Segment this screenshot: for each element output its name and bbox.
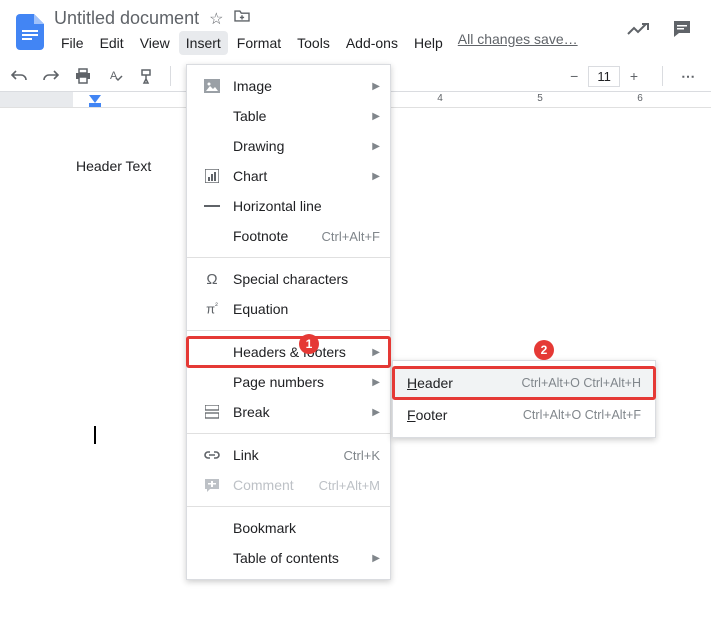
menu-item-label: Footnote	[233, 228, 321, 244]
toolbar-separator	[662, 66, 663, 86]
menu-item-label: Table of contents	[233, 550, 366, 566]
menu-item-special-characters[interactable]: Ω Special characters	[187, 264, 390, 294]
menu-item-label: Table	[233, 108, 366, 124]
menu-view[interactable]: View	[133, 31, 177, 55]
image-icon	[201, 79, 223, 93]
menu-edit[interactable]: Edit	[93, 31, 131, 55]
menu-item-drawing[interactable]: Drawing ▶	[187, 131, 390, 161]
submenu-arrow-icon: ▶	[372, 141, 380, 152]
submenu-shortcut: Ctrl+Alt+O Ctrl+Alt+H	[522, 376, 641, 390]
submenu-arrow-icon: ▶	[372, 407, 380, 418]
menu-item-horizontal-line[interactable]: Horizontal line	[187, 191, 390, 221]
callout-badge-1: 1	[299, 334, 319, 354]
menu-addons[interactable]: Add-ons	[339, 31, 405, 55]
break-icon	[201, 405, 223, 419]
undo-icon[interactable]	[8, 65, 30, 87]
header-text: Header Text	[76, 158, 151, 174]
menu-help[interactable]: Help	[407, 31, 450, 55]
submenu-item-header[interactable]: HeaderCtrl+Alt+O Ctrl+Alt+H	[393, 367, 655, 399]
submenu-arrow-icon: ▶	[372, 377, 380, 388]
toolbar-more-icon[interactable]: ⋯	[675, 68, 703, 85]
menu-item-label: Special characters	[233, 271, 380, 287]
menu-item-footnote[interactable]: FootnoteCtrl+Alt+F	[187, 221, 390, 251]
hr-icon	[201, 204, 223, 208]
menu-format[interactable]: Format	[230, 31, 288, 55]
menu-shortcut: Ctrl+Alt+M	[319, 478, 380, 493]
menu-file[interactable]: File	[54, 31, 91, 55]
menu-item-label: Page numbers	[233, 374, 366, 390]
menu-separator	[187, 257, 390, 258]
text-cursor	[94, 426, 96, 444]
menubar: File Edit View Insert Format Tools Add-o…	[54, 31, 699, 55]
menu-item-label: Link	[233, 447, 344, 463]
menu-item-label: Break	[233, 404, 366, 420]
spellcheck-icon[interactable]: A	[104, 65, 126, 87]
menu-item-page-numbers[interactable]: Page numbers ▶	[187, 367, 390, 397]
pi-icon: π²	[201, 301, 223, 316]
menu-item-label: Bookmark	[233, 520, 380, 536]
headers-footers-submenu: HeaderCtrl+Alt+O Ctrl+Alt+HFooterCtrl+Al…	[392, 360, 656, 438]
submenu-label: Footer	[407, 407, 523, 423]
menu-item-equation[interactable]: π² Equation	[187, 294, 390, 324]
menu-separator	[187, 330, 390, 331]
callout-badge-2: 2	[534, 340, 554, 360]
comment-icon	[201, 478, 223, 492]
omega-icon: Ω	[201, 271, 223, 288]
chart-icon	[201, 169, 223, 183]
menu-separator	[187, 433, 390, 434]
move-folder-icon[interactable]	[233, 9, 251, 28]
menu-item-break[interactable]: Break ▶	[187, 397, 390, 427]
insert-menu-dropdown: Image ▶ Table ▶ Drawing ▶ Chart ▶ Horizontal lin…	[186, 64, 391, 580]
menu-item-table[interactable]: Table ▶	[187, 101, 390, 131]
menu-tools[interactable]: Tools	[290, 31, 337, 55]
document-title[interactable]: Untitled document	[54, 8, 199, 29]
ruler-label: 5	[537, 93, 543, 104]
submenu-arrow-icon: ▶	[372, 553, 380, 564]
ruler-label: 4	[437, 93, 443, 104]
menu-item-label: Image	[233, 78, 366, 94]
menu-item-chart[interactable]: Chart ▶	[187, 161, 390, 191]
submenu-arrow-icon: ▶	[372, 81, 380, 92]
submenu-arrow-icon: ▶	[372, 347, 380, 358]
font-size-input[interactable]: 11	[588, 66, 620, 87]
svg-text:A: A	[110, 70, 118, 82]
menu-item-label: Equation	[233, 301, 380, 317]
print-icon[interactable]	[72, 65, 94, 87]
menu-item-label: Horizontal line	[233, 198, 380, 214]
star-icon[interactable]: ☆	[209, 9, 223, 29]
paint-format-icon[interactable]	[136, 65, 158, 87]
ruler-label: 6	[637, 93, 643, 104]
submenu-item-footer[interactable]: FooterCtrl+Alt+O Ctrl+Alt+F	[393, 399, 655, 431]
submenu-label: Header	[407, 375, 522, 391]
menu-item-bookmark[interactable]: Bookmark	[187, 513, 390, 543]
docs-logo[interactable]	[12, 14, 48, 50]
menu-item-table-of-contents[interactable]: Table of contents ▶	[187, 543, 390, 573]
menu-insert[interactable]: Insert	[179, 31, 228, 55]
submenu-shortcut: Ctrl+Alt+O Ctrl+Alt+F	[523, 408, 641, 422]
menu-shortcut: Ctrl+K	[344, 448, 380, 463]
menu-item-label: Drawing	[233, 138, 366, 154]
menu-shortcut: Ctrl+Alt+F	[321, 229, 380, 244]
submenu-arrow-icon: ▶	[372, 111, 380, 122]
menu-item-link[interactable]: LinkCtrl+K	[187, 440, 390, 470]
menu-item-comment: CommentCtrl+Alt+M	[187, 470, 390, 500]
font-size-decrease[interactable]: −	[566, 68, 582, 84]
menu-item-label: Chart	[233, 168, 366, 184]
comments-icon[interactable]	[671, 18, 693, 43]
link-icon	[201, 451, 223, 459]
activity-icon[interactable]	[627, 22, 649, 39]
toolbar-separator	[170, 66, 171, 86]
changes-saved-link[interactable]: All changes save…	[458, 31, 578, 55]
menu-item-headers-footers[interactable]: Headers & footers▶	[187, 337, 390, 367]
redo-icon[interactable]	[40, 65, 62, 87]
font-size-increase[interactable]: +	[626, 68, 642, 84]
menu-item-label: Comment	[233, 477, 319, 493]
submenu-arrow-icon: ▶	[372, 171, 380, 182]
menu-item-image[interactable]: Image ▶	[187, 71, 390, 101]
menu-separator	[187, 506, 390, 507]
